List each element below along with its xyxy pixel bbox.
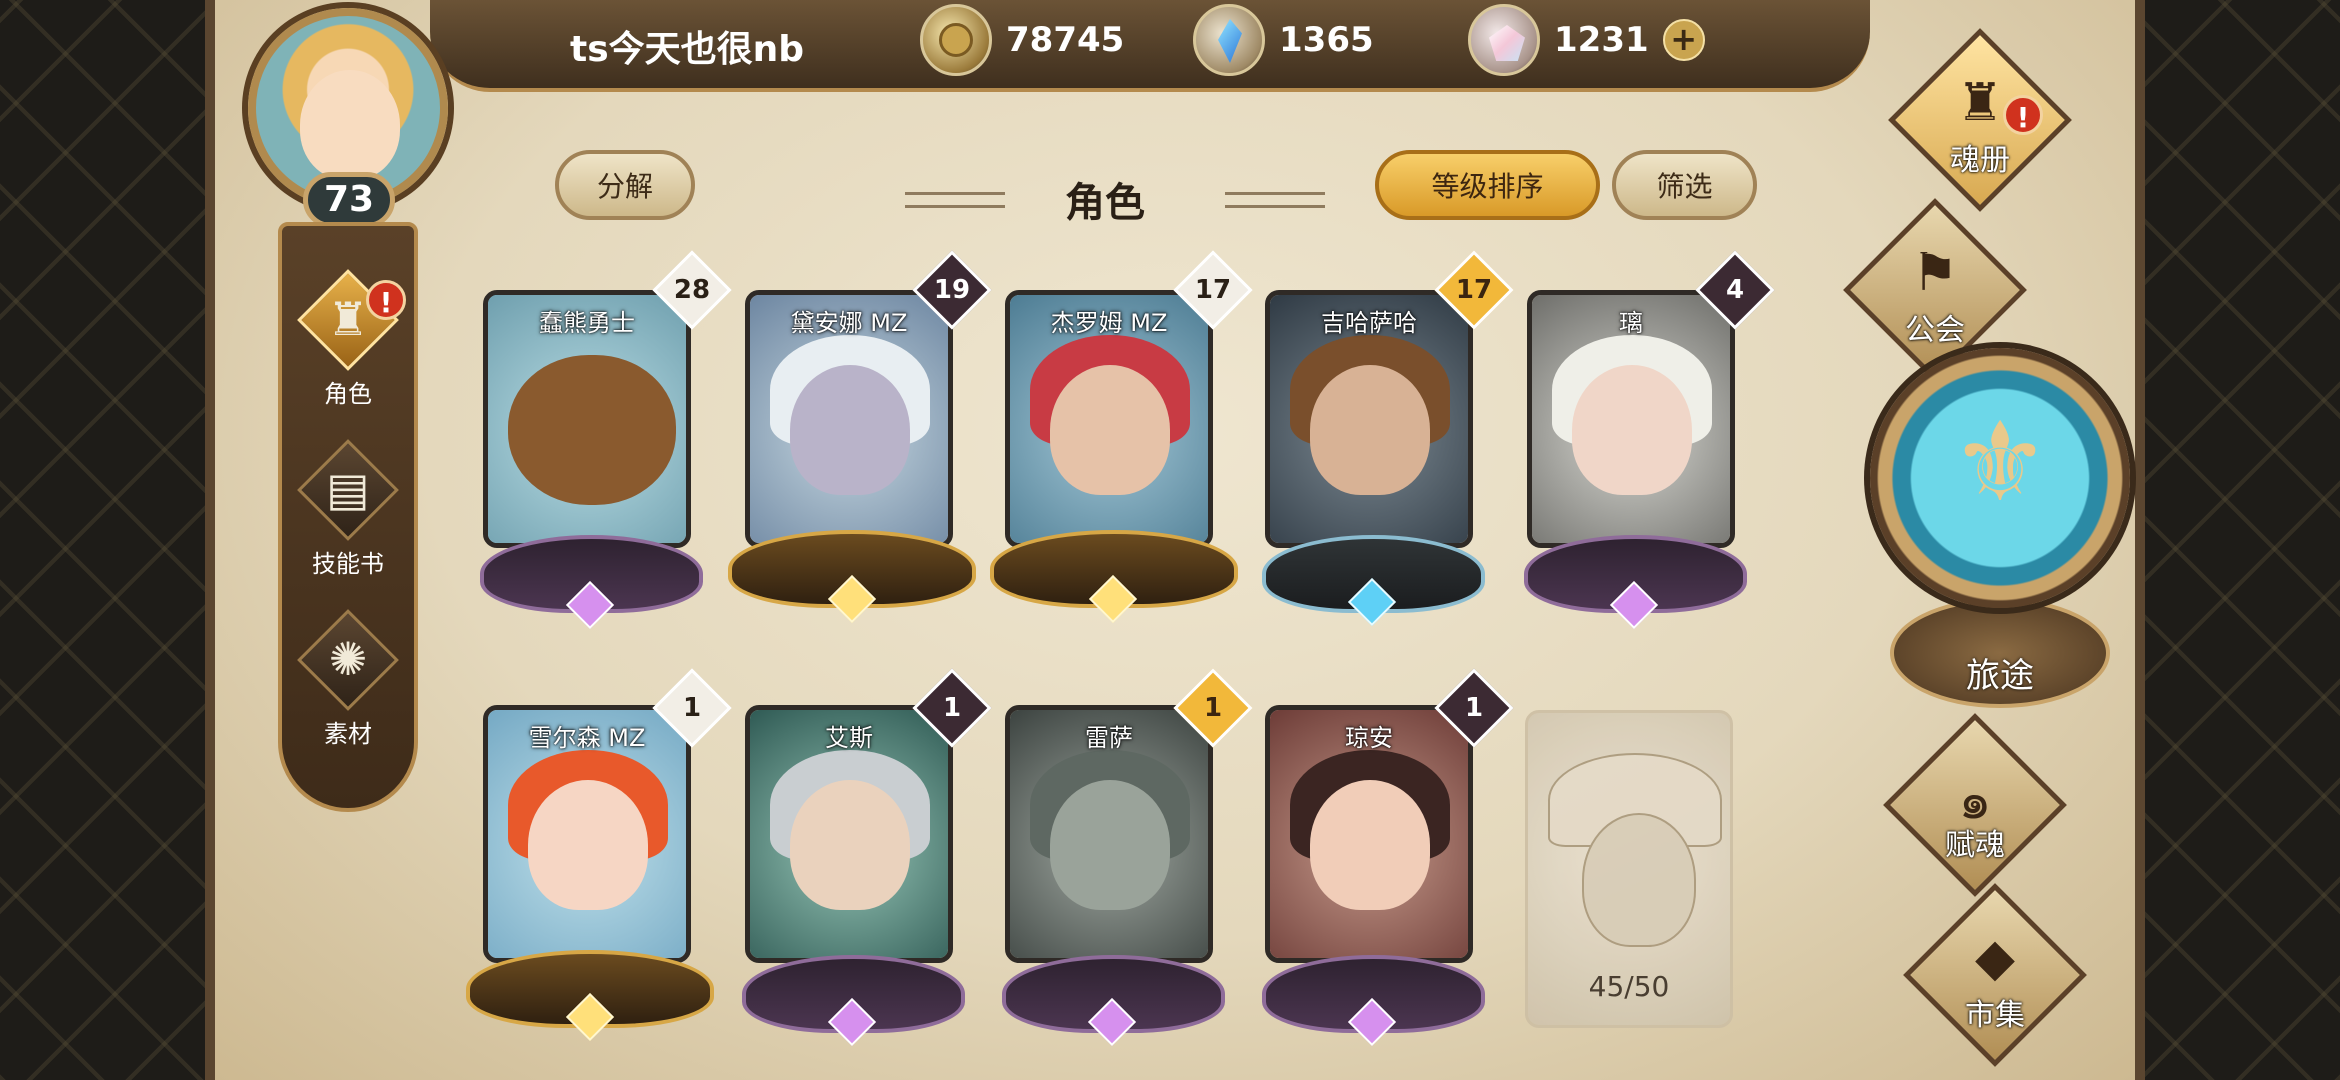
player-name: ts今天也很nb <box>570 29 805 70</box>
nav-label-materials: 素材 <box>324 720 372 748</box>
character-card[interactable]: 璃 <box>1527 290 1735 548</box>
journey-emblem-icon: ⚜ <box>1950 398 2050 526</box>
title-ornament-left <box>905 192 1005 208</box>
player-level-badge: 73 <box>303 172 395 228</box>
nav-label-skill-books: 技能书 <box>312 550 384 578</box>
guild-button[interactable]: ⚑ 公会 <box>1843 198 2027 382</box>
card-name: 雷萨 <box>1085 724 1133 752</box>
card-name: 蠢熊勇士 <box>539 309 635 337</box>
character-card[interactable]: 黛安娜 MZ <box>745 290 953 548</box>
endow-soul-label: 赋魂 <box>1945 828 2005 863</box>
journey-label: 旅途 <box>1966 656 2034 696</box>
endow-soul-button[interactable]: ๑ 赋魂 <box>1883 713 2067 897</box>
card-name: 琼安 <box>1345 724 1393 752</box>
crystal-counter: 1365 <box>1193 4 1374 76</box>
player-avatar[interactable]: 73 <box>215 0 485 240</box>
card-name: 艾斯 <box>825 724 873 752</box>
filter-button[interactable]: 筛选 <box>1612 150 1757 220</box>
card-name: 雪尔森 MZ <box>528 724 646 752</box>
level-sort-button[interactable]: 等级排序 <box>1375 150 1600 220</box>
guild-label: 公会 <box>1905 313 1965 348</box>
crystal-market-icon: ◆ <box>1975 928 2015 988</box>
left-category-nav: ♜ 角色 ! ▤ 技能书 ✺ 素材 <box>278 222 418 812</box>
shard-value: 1231 <box>1554 20 1649 60</box>
card-name: 吉哈萨哈 <box>1321 309 1417 337</box>
nav-item-materials[interactable]: ✺ 素材 <box>282 609 414 766</box>
shard-counter: 1231 + <box>1468 4 1705 76</box>
soul-book-button[interactable]: ♜ 魂册 ! <box>1888 28 2072 212</box>
crystal-value: 1365 <box>1279 20 1374 60</box>
book-icon: ▤ <box>326 462 370 516</box>
journey-button[interactable]: ⚜ 旅途 <box>1870 348 2130 728</box>
soul-book-alert-badge: ! <box>2003 95 2043 135</box>
nav-label-characters: 角色 <box>324 380 372 408</box>
soul-book-label: 魂册 <box>1950 143 2010 178</box>
add-currency-button[interactable]: + <box>1662 19 1705 61</box>
character-card[interactable]: 艾斯 <box>745 705 953 963</box>
guild-banner-icon: ⚑ <box>1911 243 1959 303</box>
card-name: 黛安娜 MZ <box>790 309 908 337</box>
page-title: 角色 <box>1065 180 1145 226</box>
character-card[interactable]: 雷萨 <box>1005 705 1213 963</box>
nav-item-skill-books[interactable]: ▤ 技能书 <box>282 439 414 596</box>
roster-capacity-slot: 45/50 <box>1525 710 1733 1028</box>
blue-crystal-icon <box>1193 4 1265 76</box>
material-icon: ✺ <box>328 632 368 686</box>
roster-capacity: 45/50 <box>1588 970 1670 1003</box>
nav-item-characters[interactable]: ♜ 角色 ! <box>282 269 414 426</box>
market-label: 市集 <box>1965 998 2025 1033</box>
market-button[interactable]: ◆ 市集 <box>1903 883 2087 1067</box>
gold-coin-icon <box>920 4 992 76</box>
character-card[interactable]: 蠢熊勇士 <box>483 290 691 548</box>
gold-counter: 78745 <box>920 4 1125 76</box>
left-background-pattern <box>0 0 230 1080</box>
character-card[interactable]: 雪尔森 MZ <box>483 705 691 963</box>
card-name: 杰罗姆 MZ <box>1050 309 1168 337</box>
gold-value: 78745 <box>1006 20 1125 60</box>
character-card[interactable]: 杰罗姆 MZ <box>1005 290 1213 548</box>
title-ornament-right <box>1225 192 1325 208</box>
card-name: 璃 <box>1619 309 1643 337</box>
character-card[interactable]: 吉哈萨哈 <box>1265 290 1473 548</box>
character-card[interactable]: 琼安 <box>1265 705 1473 963</box>
characters-alert-badge: ! <box>366 280 406 320</box>
prism-shard-icon <box>1468 4 1540 76</box>
decompose-button[interactable]: 分解 <box>555 150 695 220</box>
avatar-face <box>300 70 400 180</box>
